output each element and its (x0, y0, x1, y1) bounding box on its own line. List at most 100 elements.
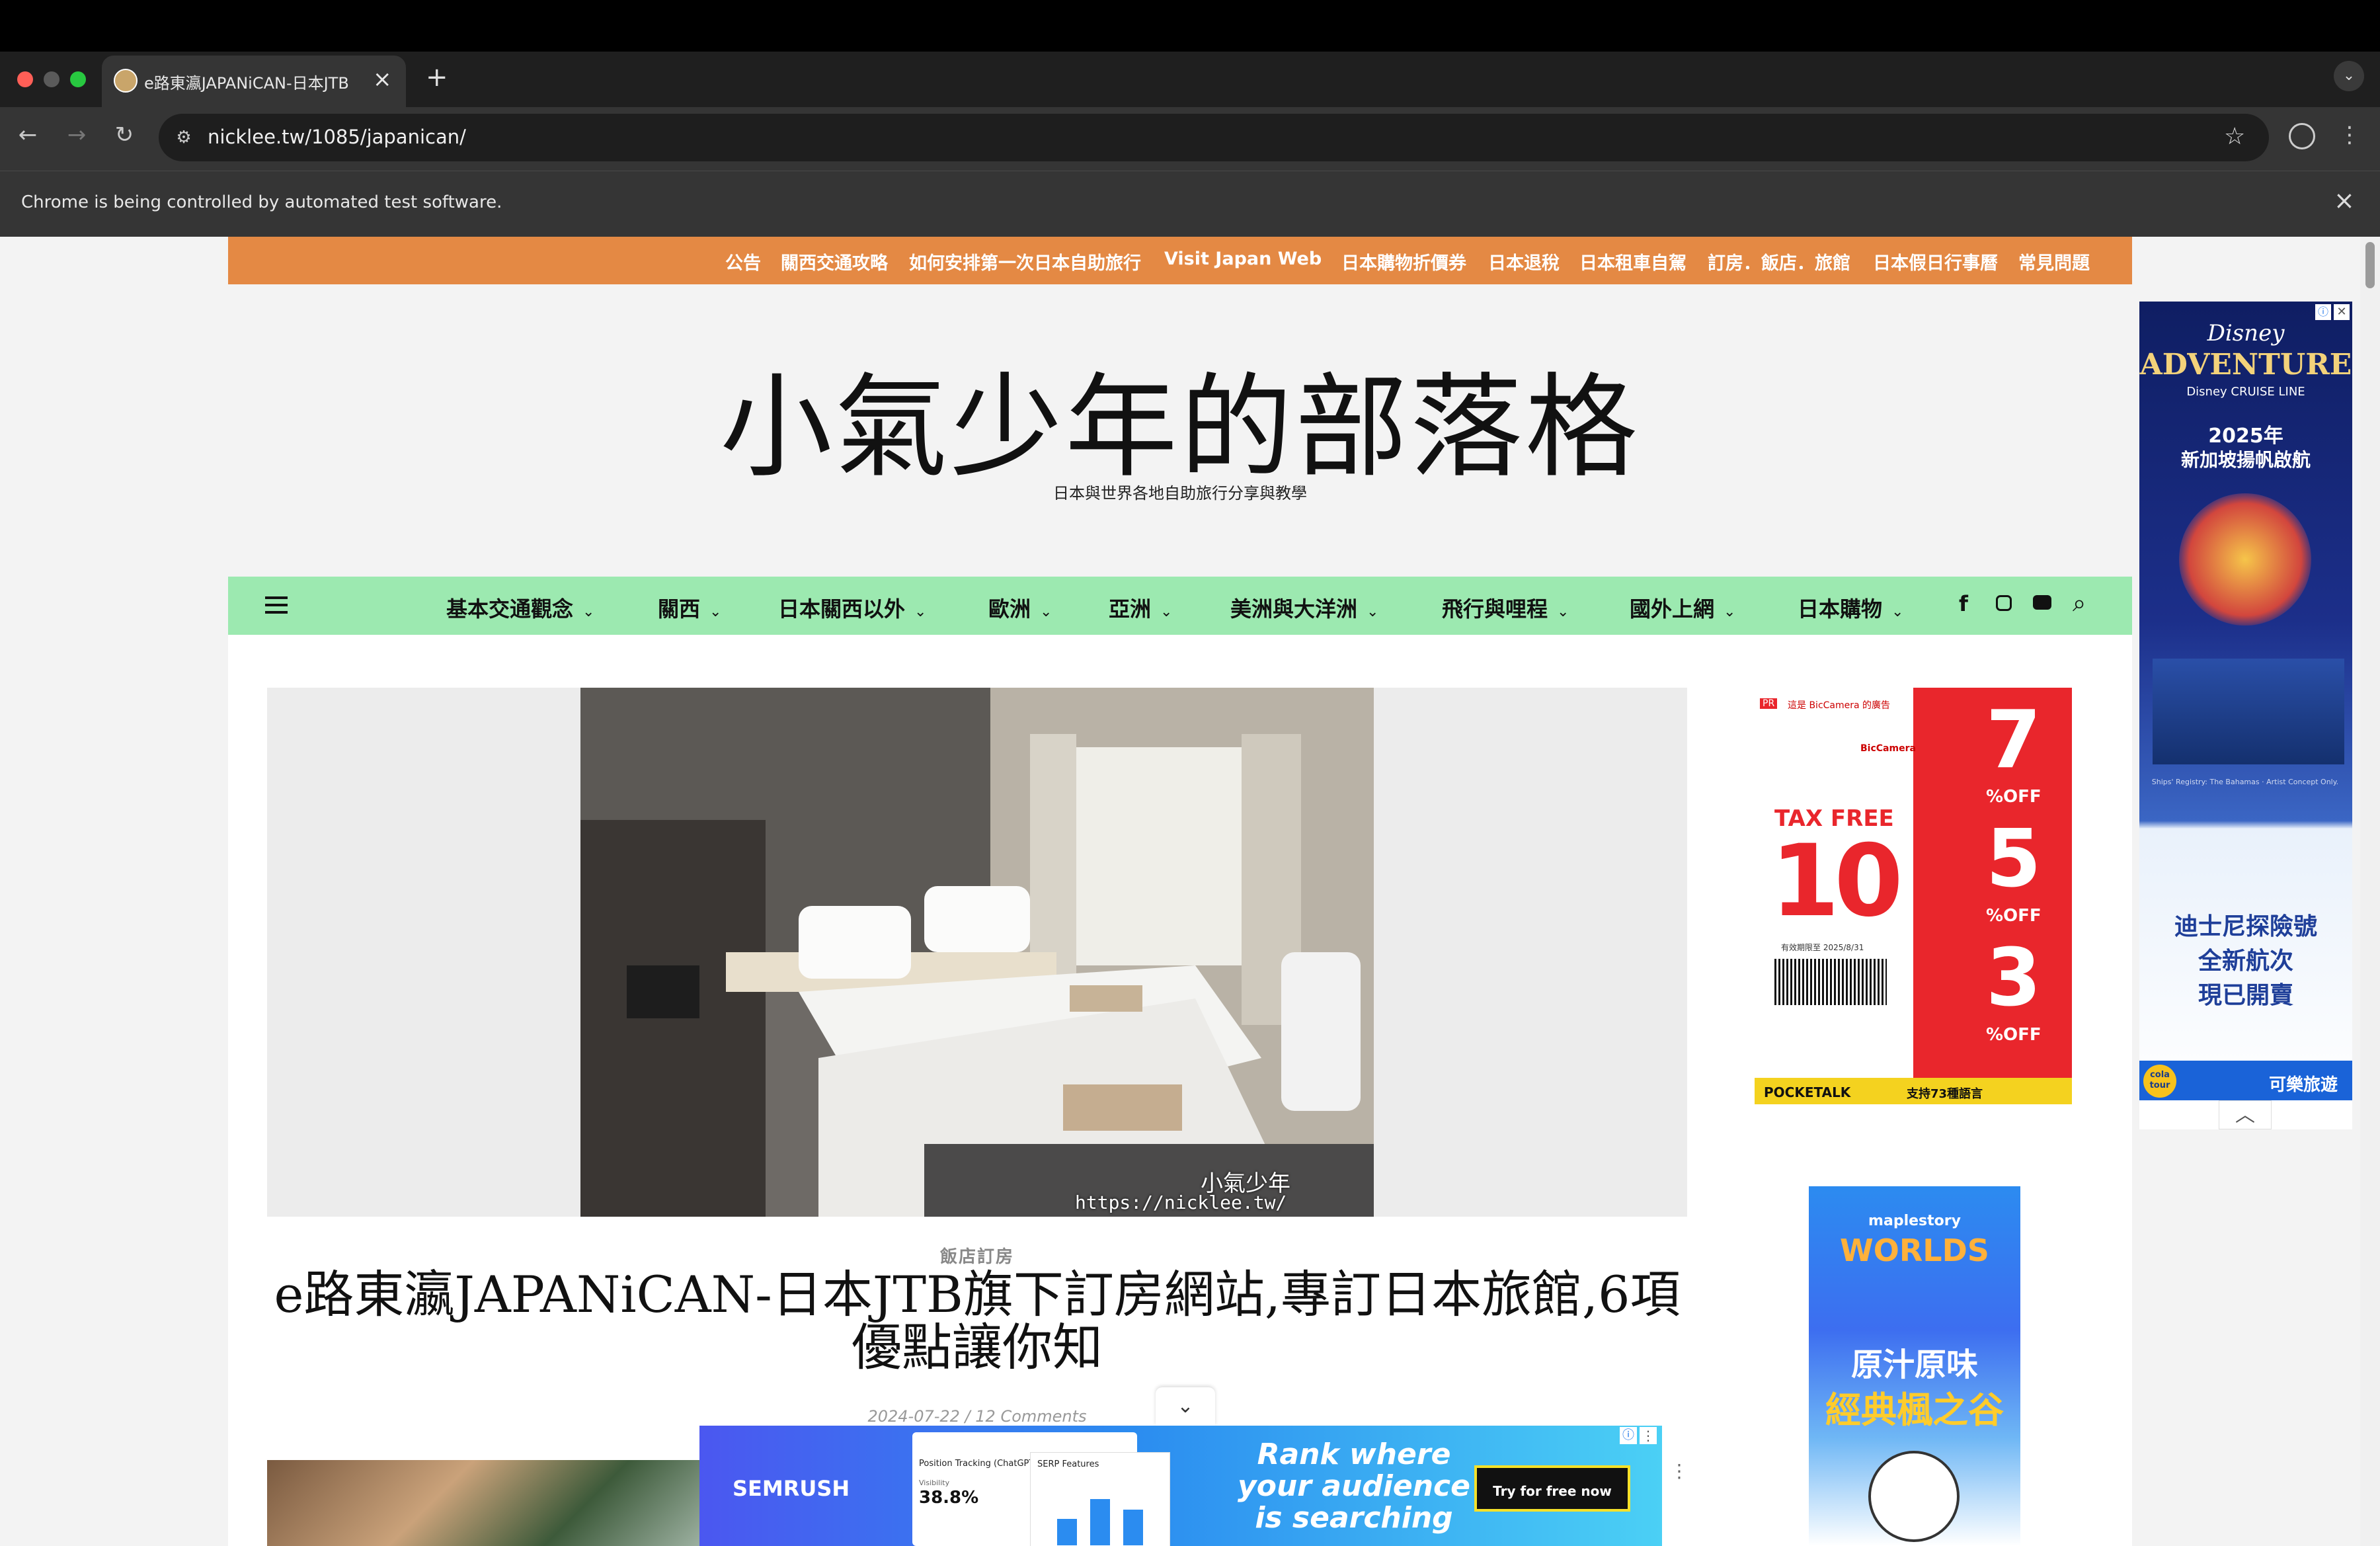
ad-choices-icon[interactable]: ⓘ (1620, 1427, 1637, 1444)
tax-free-percent: 10 (1770, 824, 1903, 939)
pocketalk-languages: 支持73種語言 (1907, 1087, 1983, 1101)
tab-active[interactable]: e路東瀛JAPANiCAN-日本JTB × (102, 56, 406, 107)
top-menu-item[interactable]: 日本假日行事曆 (1873, 249, 1998, 274)
maple-line2: 經典楓之谷 (1825, 1389, 2004, 1431)
main-menu-item[interactable]: 歐洲 ⌄ (988, 592, 1052, 623)
chevron-up-icon[interactable]: ︿ (2219, 1100, 2272, 1129)
youtube-icon[interactable] (2033, 595, 2051, 610)
biccamera-ad[interactable]: PR 這是 BicCamera 的廣告 BicCamera TAX FREE 1… (1755, 688, 2072, 1104)
maple-line1: 原汁原味 (1850, 1346, 1978, 1383)
minimize-window-button[interactable] (44, 71, 60, 87)
main-menu-item[interactable]: 飛行與哩程 ⌄ (1442, 592, 1569, 623)
try-free-button[interactable]: Try for free now (1474, 1465, 1630, 1512)
facebook-icon[interactable]: f (1959, 591, 1968, 616)
site-tagline: 日本與世界各地自助旅行分享與教學 (1053, 484, 1307, 503)
barcode-image (1774, 959, 1887, 1005)
maple-worlds: WORLDS (1840, 1233, 1989, 1268)
new-tab-button[interactable]: + (426, 62, 448, 93)
top-menu-item[interactable]: 公告 (725, 249, 761, 274)
tab-close-icon[interactable]: × (373, 66, 392, 93)
main-menu-item[interactable]: 基本交通觀念 ⌄ (446, 592, 594, 623)
hamburger-menu-icon[interactable] (265, 596, 288, 614)
inline-ad-photo[interactable] (267, 1460, 699, 1546)
metric-value: 38.8% (919, 1488, 979, 1508)
disney-cruise-ad[interactable]: ⓘ ✕ Disney ADVENTURE Disney CRUISE LINE … (2139, 302, 2352, 1100)
card2-title: SERP Features (1037, 1459, 1099, 1469)
post-category[interactable]: 飯店訂房 (267, 1243, 1687, 1268)
disney-subline: Disney CRUISE LINE (2186, 385, 2305, 399)
tab-search-chevron-icon[interactable]: ⌄ (2334, 61, 2364, 91)
top-menu-item[interactable]: 常見問題 (2018, 249, 2090, 274)
infobar-close-icon[interactable]: × (2334, 186, 2355, 215)
chevron-down-icon: ⌄ (709, 604, 722, 620)
main-menu-item[interactable]: 國外上網 ⌄ (1630, 592, 1735, 623)
top-menu-item[interactable]: 訂房．飯店．旅館 (1708, 249, 1850, 274)
card-title: Position Tracking (ChatGPT) (919, 1459, 1038, 1469)
tab-title: e路東瀛JAPANiCAN-日本JTB (144, 74, 349, 93)
chevron-down-icon: ⌄ (914, 604, 927, 620)
back-arrow-icon[interactable]: ← (12, 122, 44, 148)
disney-headline: ADVENTURE (2139, 348, 2352, 382)
serp-features-card: SERP Features (1030, 1452, 1170, 1546)
chevron-down-icon[interactable]: ⌄ (1156, 1387, 1215, 1426)
main-menu-item[interactable]: 美洲與大洋洲 ⌄ (1230, 592, 1378, 623)
disney-launch: 新加坡揚帆啟航 (2180, 449, 2311, 471)
url-text[interactable]: nicklee.tw/1085/japanican/ (208, 126, 466, 148)
disney-brand: Disney (2207, 320, 2285, 346)
maplestory-ad[interactable]: maplestory WORLDS 原汁原味 經典楓之谷 (1809, 1186, 2020, 1546)
featured-hotel-photo[interactable]: 小氣少年 https://nicklee.tw/ (580, 688, 1374, 1217)
agency-name: 可樂旅遊 (2269, 1075, 2338, 1095)
discount-bottom: 3 (1986, 932, 2042, 1024)
top-menu-item[interactable]: Visit Japan Web (1164, 249, 1322, 269)
discount-mid-label: %OFF (1986, 906, 2042, 926)
ad-options-kebab-icon[interactable]: ⋮ (1640, 1427, 1657, 1444)
main-menu-item[interactable]: 關西 ⌄ (658, 592, 721, 623)
instagram-icon[interactable] (1996, 595, 2012, 611)
main-menu-item[interactable]: 日本關西以外 ⌄ (778, 592, 926, 623)
address-bar[interactable]: ⚙ nicklee.tw/1085/japanican/ ☆ (159, 114, 2269, 161)
ad-close-icon[interactable]: ✕ (2334, 304, 2350, 320)
menu-kebab-icon[interactable]: ⋮ (2334, 122, 2365, 148)
agency-bar: cola tour 可樂旅遊 (2139, 1061, 2352, 1100)
main-menu-item[interactable]: 日本購物 ⌄ (1798, 592, 1903, 623)
profile-icon[interactable] (2289, 123, 2315, 149)
close-window-button[interactable] (17, 71, 33, 87)
post-meta: 2024-07-22 / 12 Comments (867, 1407, 1087, 1426)
metric-label: Visibility (919, 1479, 950, 1487)
top-menu: 公告 關西交通攻略 如何安排第一次日本自助旅行 Visit Japan Web … (228, 237, 2132, 284)
ad-options-kebab-icon[interactable]: ⋮ (1670, 1460, 1688, 1484)
discount-top-label: %OFF (1986, 787, 2042, 807)
bic-brand: BicCamera (1860, 743, 1916, 754)
chevron-down-icon: ⌄ (1557, 604, 1569, 620)
automation-infobar: Chrome is being controlled by automated … (0, 171, 2380, 237)
ad-collapse-bar: ︿ (2139, 1100, 2352, 1129)
bookmark-star-icon[interactable]: ☆ (2224, 123, 2245, 150)
web-page: 公告 關西交通攻略 如何安排第一次日本自助旅行 Visit Japan Web … (0, 237, 2360, 1546)
site-settings-icon[interactable]: ⚙ (171, 124, 197, 151)
top-menu-item[interactable]: 日本購物折價券 (1341, 249, 1466, 274)
main-menu-item[interactable]: 亞洲 ⌄ (1109, 592, 1172, 623)
page-scrollbar[interactable] (2360, 237, 2380, 1546)
top-menu-item[interactable]: 關西交通攻略 (781, 249, 888, 274)
reload-icon[interactable]: ↻ (108, 122, 140, 148)
chevron-down-icon: ⌄ (1367, 604, 1379, 620)
discount-top: 7 (1986, 694, 2042, 786)
disney-copy: 迪士尼探險號 全新航次 現已開賣 (2174, 913, 2317, 1009)
chevron-down-icon: ⌄ (1724, 604, 1736, 620)
main-menu: 基本交通觀念 ⌄ 關西 ⌄ 日本關西以外 ⌄ 歐洲 ⌄ 亞洲 ⌄ 美洲與大洋洲 ⌄ 飛行與哩… (228, 577, 2132, 635)
disney-year: 2025年 (2208, 425, 2283, 448)
maximize-window-button[interactable] (70, 71, 86, 87)
top-menu-item[interactable]: 如何安排第一次日本自助旅行 (909, 249, 1141, 274)
deadline: 有效期限至 2025/8/31 (1781, 943, 1864, 952)
semrush-ad[interactable]: SEMRUSH Position Tracking (ChatGPT) Visi… (699, 1426, 1662, 1546)
chevron-down-icon: ⌄ (582, 604, 595, 620)
scrollbar-thumb[interactable] (2365, 242, 2375, 288)
post-title[interactable]: e路東瀛JAPANiCAN-日本JTB旗下訂房網站,專訂日本旅館,6項優點讓你知 (267, 1268, 1687, 1374)
ad-choices-icon[interactable]: ⓘ (2315, 304, 2331, 320)
search-icon[interactable]: ⌕ (2073, 590, 2086, 618)
top-menu-item[interactable]: 日本租車自駕 (1579, 249, 1686, 274)
top-menu-item[interactable]: 日本退稅 (1488, 249, 1560, 274)
site-title[interactable]: 小氣少年的部落格 (0, 336, 2360, 499)
forward-arrow-icon[interactable]: → (61, 122, 93, 148)
semrush-headline: Rank where your audience is searching (1238, 1438, 1470, 1535)
